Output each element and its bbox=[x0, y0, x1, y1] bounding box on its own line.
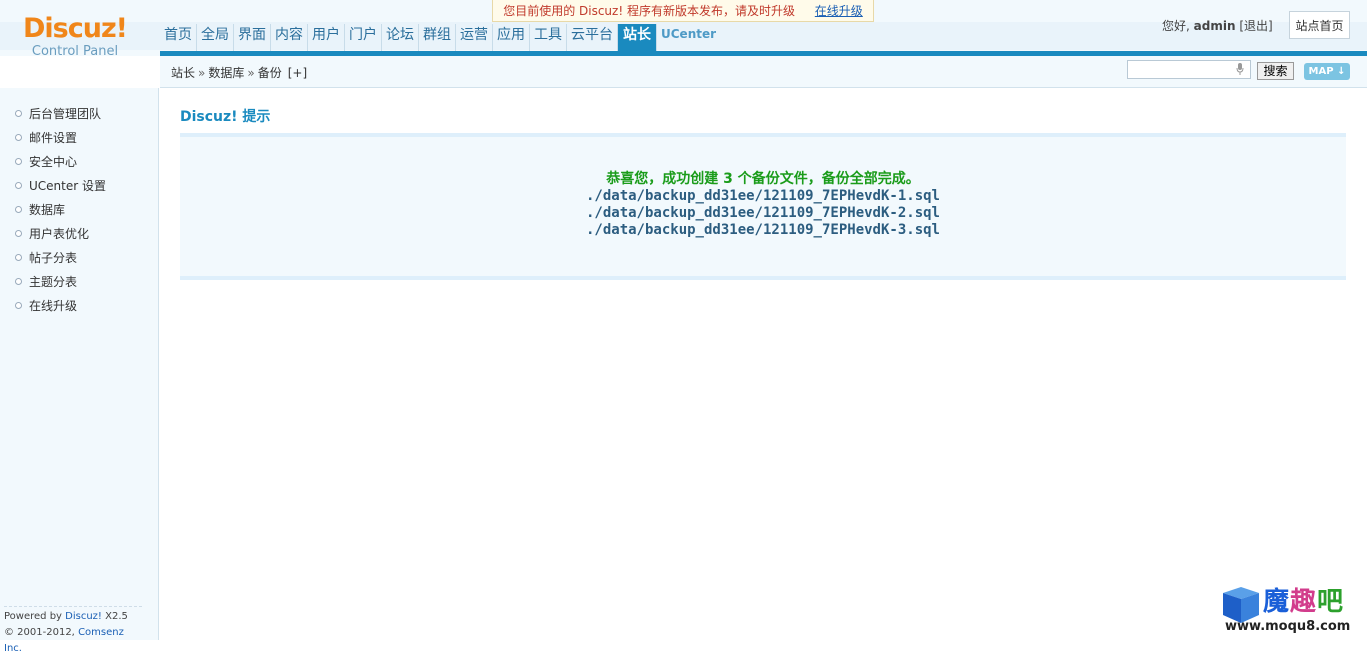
powered-by: Powered by Discuz! X2.5 © 2001-2012, Com… bbox=[4, 606, 142, 657]
page-title: Discuz! 提示 bbox=[180, 109, 271, 125]
main-nav: 首页 全局 界面 内容 用户 门户 论坛 群组 运营 应用 工具 云平台 站长 … bbox=[160, 24, 720, 52]
header: Discuz! Control Panel 首页 全局 界面 内容 用户 门户 … bbox=[0, 0, 1367, 59]
logout-link[interactable]: [退出] bbox=[1239, 19, 1272, 33]
nav-operations[interactable]: 运营 bbox=[456, 24, 493, 52]
bullet-icon bbox=[15, 158, 22, 165]
discuz-link[interactable]: Discuz! bbox=[65, 611, 102, 622]
sidebar-item-database[interactable]: 数据库 bbox=[0, 200, 106, 224]
sidebar: 后台管理团队 邮件设置 安全中心 UCenter 设置 数据库 用户表优化 帖子… bbox=[0, 88, 159, 654]
online-upgrade-link[interactable]: 在线升级 bbox=[815, 4, 863, 18]
nav-portal[interactable]: 门户 bbox=[345, 24, 382, 52]
breadcrumb-item: 备份 bbox=[257, 66, 282, 80]
sidebar-item-admin-team[interactable]: 后台管理团队 bbox=[0, 104, 106, 128]
map-button-label: MAP bbox=[1308, 66, 1334, 77]
sidebar-item-label: 后台管理团队 bbox=[29, 107, 102, 121]
nav-webmaster[interactable]: 站长 bbox=[618, 24, 657, 52]
info-box: 恭喜您，成功创建 3 个备份文件，备份全部完成。 ./data/backup_d… bbox=[180, 133, 1346, 280]
sidebar-item-label: 邮件设置 bbox=[29, 131, 78, 145]
sidebar-item-thread-split[interactable]: 主题分表 bbox=[0, 272, 106, 296]
version: X2.5 bbox=[105, 611, 128, 622]
success-message: 恭喜您，成功创建 3 个备份文件，备份全部完成。 bbox=[606, 171, 920, 187]
nav-tools[interactable]: 工具 bbox=[530, 24, 567, 52]
add-to-favorites-link[interactable]: [+] bbox=[288, 66, 307, 80]
watermark-char: 魔 bbox=[1263, 587, 1291, 617]
breadcrumb-item[interactable]: 站长 bbox=[171, 66, 195, 80]
breadcrumb-separator: » bbox=[247, 66, 255, 80]
sidebar-item-label: 数据库 bbox=[29, 203, 66, 217]
nav-content[interactable]: 内容 bbox=[271, 24, 308, 52]
sidebar-item-label: UCenter 设置 bbox=[29, 179, 106, 193]
breadcrumb-item[interactable]: 数据库 bbox=[208, 66, 244, 80]
logo-text: Discuz! bbox=[23, 13, 128, 44]
bullet-icon bbox=[15, 110, 22, 117]
bullet-icon bbox=[15, 206, 22, 213]
logo-subtitle: Control Panel bbox=[31, 44, 119, 59]
sidebar-menu: 后台管理团队 邮件设置 安全中心 UCenter 设置 数据库 用户表优化 帖子… bbox=[0, 104, 106, 320]
breadcrumb-separator: » bbox=[198, 66, 206, 80]
update-notice-text: 您目前使用的 Discuz! 程序有新版本发布，请及时升级 bbox=[503, 4, 795, 18]
map-button[interactable]: MAP ↓ bbox=[1304, 63, 1350, 80]
username: admin bbox=[1193, 19, 1236, 33]
microphone-icon[interactable] bbox=[1236, 63, 1244, 75]
sidebar-item-label: 帖子分表 bbox=[29, 251, 78, 265]
nav-interface[interactable]: 界面 bbox=[234, 24, 271, 52]
search-input[interactable] bbox=[1127, 60, 1251, 79]
watermark-text: 魔趣吧 bbox=[1263, 587, 1344, 617]
sidebar-item-user-table-optimize[interactable]: 用户表优化 bbox=[0, 224, 106, 248]
breadcrumb: 站长» 数据库» 备份 [+] bbox=[171, 56, 307, 90]
sidebar-item-label: 主题分表 bbox=[29, 275, 78, 289]
update-notice: 您目前使用的 Discuz! 程序有新版本发布，请及时升级 在线升级 bbox=[492, 0, 874, 22]
nav-home[interactable]: 首页 bbox=[160, 24, 197, 52]
bullet-icon bbox=[15, 278, 22, 285]
bullet-icon bbox=[15, 302, 22, 309]
nav-users[interactable]: 用户 bbox=[308, 24, 345, 52]
nav-groups[interactable]: 群组 bbox=[419, 24, 456, 52]
site-home-button[interactable]: 站点首页 bbox=[1289, 11, 1350, 39]
sidebar-item-label: 用户表优化 bbox=[29, 227, 90, 241]
watermark-url: www.moqu8.com bbox=[1225, 619, 1351, 634]
watermark-char: 吧 bbox=[1317, 587, 1345, 617]
sub-bar: 站长» 数据库» 备份 [+] 搜索 MAP ↓ bbox=[160, 56, 1367, 88]
greeting: 您好, bbox=[1162, 19, 1190, 33]
bullet-icon bbox=[15, 230, 22, 237]
backup-file-path: ./data/backup_dd31ee/121109_7EPHevdK-3.s… bbox=[585, 222, 940, 238]
search-button[interactable]: 搜索 bbox=[1257, 62, 1294, 80]
sidebar-item-security[interactable]: 安全中心 bbox=[0, 152, 106, 176]
copyright: © 2001-2012, bbox=[4, 627, 75, 638]
logo[interactable]: Discuz! Control Panel bbox=[0, 14, 150, 60]
bullet-icon bbox=[15, 182, 22, 189]
sidebar-item-online-upgrade[interactable]: 在线升级 bbox=[0, 296, 106, 320]
sidebar-item-label: 在线升级 bbox=[29, 299, 78, 313]
sidebar-item-label: 安全中心 bbox=[29, 155, 78, 169]
watermark: 魔趣吧 www.moqu8.com bbox=[1219, 585, 1359, 637]
backup-file-path: ./data/backup_dd31ee/121109_7EPHevdK-1.s… bbox=[585, 188, 940, 204]
bullet-icon bbox=[15, 134, 22, 141]
nav-forum[interactable]: 论坛 bbox=[382, 24, 419, 52]
nav-ucenter[interactable]: UCenter bbox=[657, 24, 720, 52]
watermark-char: 趣 bbox=[1290, 587, 1318, 617]
sidebar-item-post-split[interactable]: 帖子分表 bbox=[0, 248, 106, 272]
bullet-icon bbox=[15, 254, 22, 261]
sidebar-item-ucenter-settings[interactable]: UCenter 设置 bbox=[0, 176, 106, 200]
user-area: 您好, admin [退出] bbox=[1162, 12, 1273, 40]
arrow-down-icon: ↓ bbox=[1337, 66, 1346, 77]
sidebar-item-mail-settings[interactable]: 邮件设置 bbox=[0, 128, 106, 152]
backup-file-path: ./data/backup_dd31ee/121109_7EPHevdK-2.s… bbox=[585, 205, 940, 221]
nav-global[interactable]: 全局 bbox=[197, 24, 234, 52]
nav-apps[interactable]: 应用 bbox=[493, 24, 530, 52]
powered-by-label: Powered by bbox=[4, 611, 62, 622]
nav-cloud[interactable]: 云平台 bbox=[567, 24, 618, 52]
